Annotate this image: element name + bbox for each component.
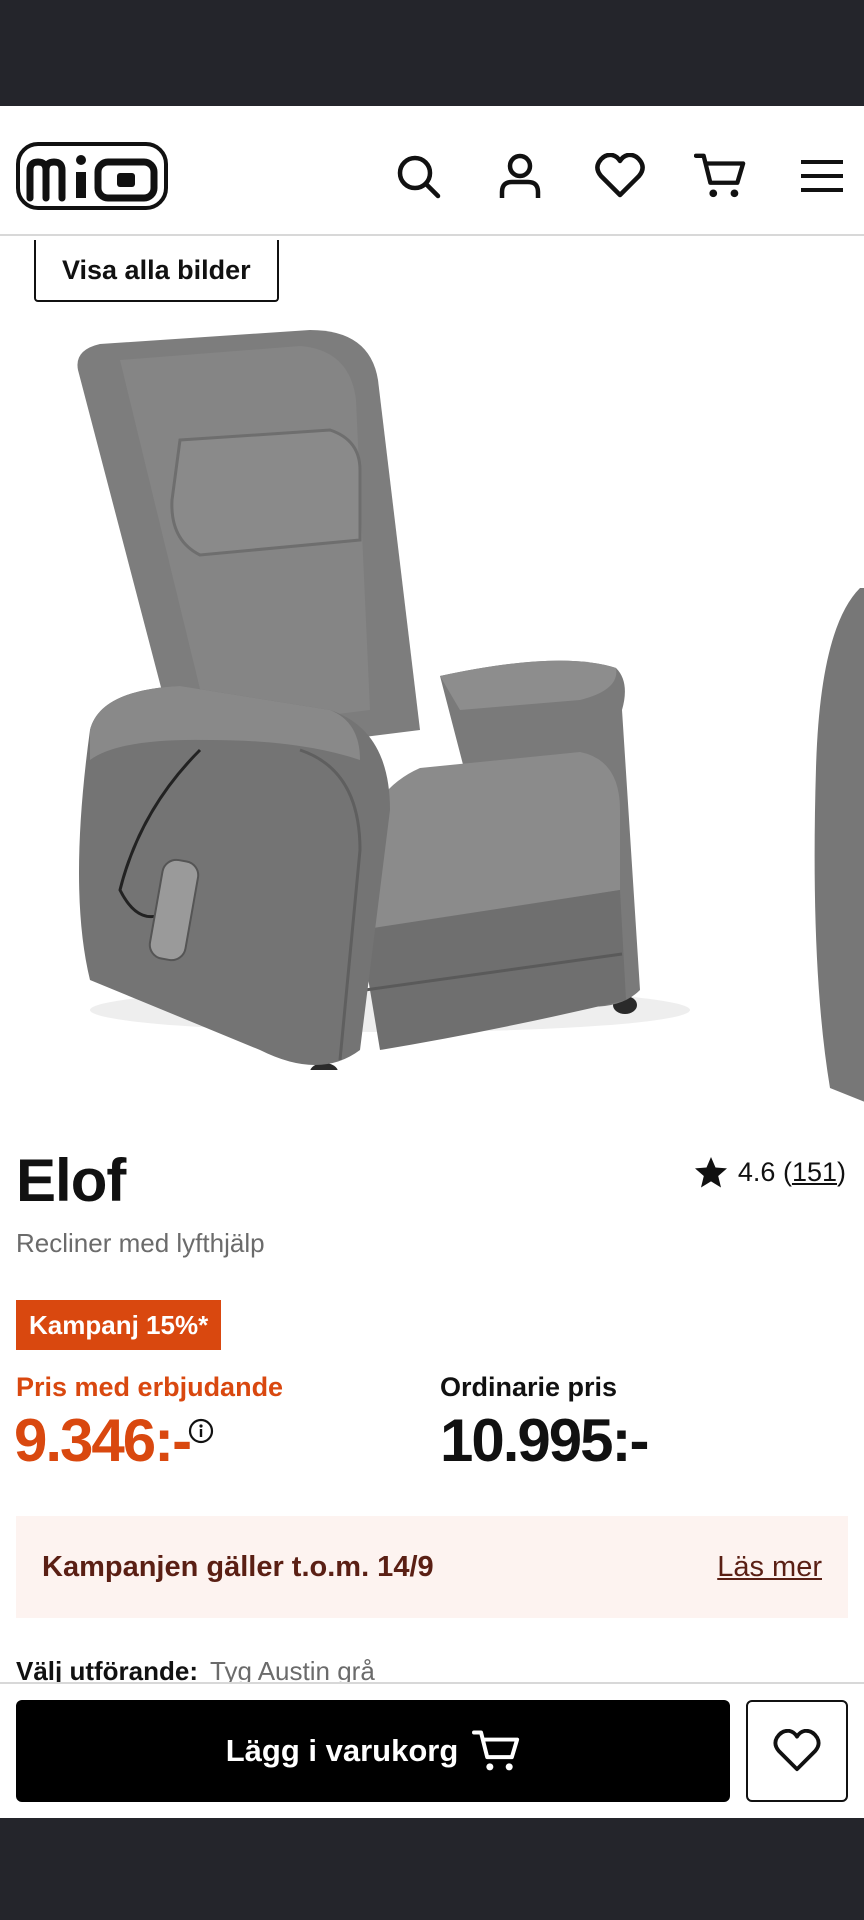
campaign-badge: Kampanj 15%* [16, 1300, 222, 1350]
menu-icon[interactable] [796, 150, 848, 202]
ordinary-price: 10.995:- [440, 1407, 649, 1474]
next-product-image [814, 588, 864, 1102]
info-icon[interactable] [188, 1418, 214, 1444]
campaign-banner: Kampanjen gäller t.o.m. 14/9 Läs mer [16, 1516, 848, 1618]
product-image-recliner [77, 330, 690, 1070]
mio-logo[interactable] [16, 142, 168, 210]
view-all-images-button[interactable]: Visa alla bilder [34, 240, 279, 302]
status-bar [0, 0, 864, 106]
heart-icon[interactable] [594, 150, 646, 202]
read-more-link[interactable]: Läs mer [717, 1551, 822, 1584]
cart-icon[interactable] [694, 150, 746, 202]
add-to-cart-label: Lägg i varukorg [225, 1733, 459, 1768]
add-to-wishlist-button[interactable] [746, 1700, 848, 1802]
rating-value: 4.6 [737, 1156, 776, 1187]
search-icon[interactable] [392, 150, 444, 202]
product-gallery[interactable]: Visa alla bilder [0, 238, 864, 1168]
screen: Visa alla bilder Elof 4.6 (151) Recliner… [0, 106, 864, 1818]
product-title: Elof [16, 1147, 126, 1214]
product-subtitle: Recliner med lyfthjälp [16, 1228, 265, 1258]
site-header [0, 106, 864, 236]
rating-paren-open: ( [775, 1156, 792, 1187]
add-to-cart-button[interactable]: Lägg i varukorg [16, 1700, 730, 1802]
rating-count-link[interactable]: 151 [792, 1157, 837, 1188]
cart-icon [472, 1730, 520, 1771]
rating-paren-close: ) [837, 1156, 846, 1187]
ordinary-price-label: Ordinarie pris [440, 1372, 618, 1402]
offer-price: 9.346:- [14, 1407, 192, 1474]
heart-icon [773, 1729, 821, 1772]
offer-price-label: Pris med erbjudande [16, 1372, 284, 1402]
star-icon [694, 1157, 727, 1188]
campaign-banner-text: Kampanjen gäller t.o.m. 14/9 [42, 1550, 434, 1583]
product-rating[interactable]: 4.6 (151) [694, 1156, 846, 1188]
sticky-purchase-bar: Lägg i varukorg [0, 1682, 864, 1818]
user-icon[interactable] [494, 150, 546, 202]
system-nav-bar [0, 1818, 864, 1920]
